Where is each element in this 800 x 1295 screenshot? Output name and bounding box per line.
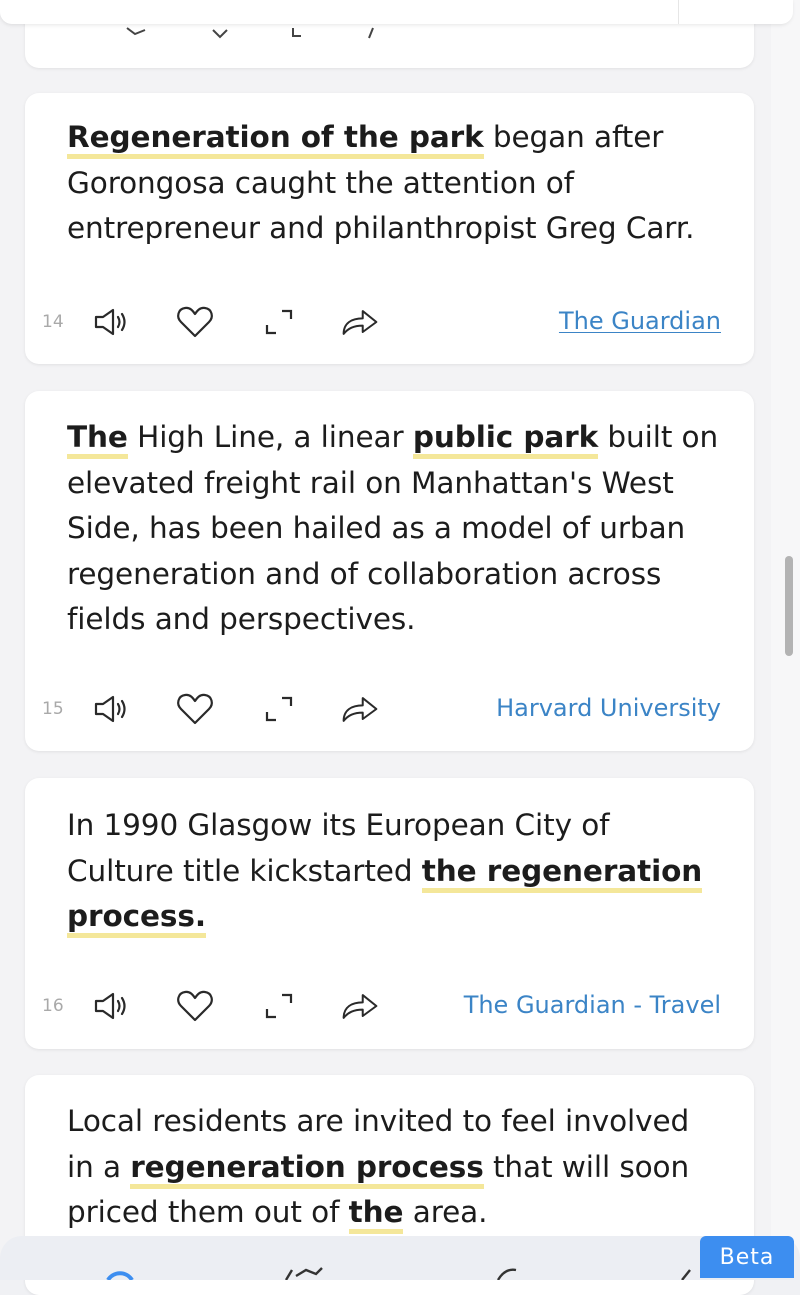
translate-icon — [284, 1267, 323, 1280]
expand-icon[interactable] — [259, 691, 299, 727]
share-icon[interactable] — [340, 304, 380, 340]
home-icon — [106, 1271, 134, 1280]
sentence-card: Regeneration of the park began after Gor… — [25, 93, 754, 364]
share-icon[interactable] — [340, 988, 380, 1024]
sentence-fragment: High Line, a linear — [127, 420, 413, 454]
speaker-icon[interactable] — [92, 691, 132, 727]
sentence-text: In 1990 Glasgow its European City of Cul… — [67, 803, 724, 940]
sentence-text: Regeneration of the park began after Gor… — [67, 115, 724, 252]
bottom-navigation — [0, 1236, 800, 1280]
heart-icon[interactable] — [175, 988, 215, 1024]
highlight-phrase: The — [67, 420, 128, 459]
edit-icon — [496, 1268, 517, 1280]
sentence-number: 15 — [42, 699, 64, 719]
highlight-phrase: the — [348, 1195, 404, 1234]
card-actions: 15 Harvard University — [25, 689, 754, 729]
top-bar — [0, 0, 792, 24]
sentence-card: In 1990 Glasgow its European City of Cul… — [25, 778, 754, 1049]
highlight-phrase: regeneration process — [130, 1149, 484, 1189]
beta-badge[interactable]: Beta — [700, 1236, 794, 1278]
expand-icon[interactable] — [259, 304, 299, 340]
card-actions: 16 The Guardian - Travel — [25, 986, 754, 1026]
previous-actions-icons — [126, 27, 374, 39]
card-actions: 14 The Guardian — [25, 302, 754, 342]
top-bar-right-panel — [678, 0, 793, 24]
bottom-nav-icons — [106, 1267, 691, 1280]
expand-icon[interactable] — [259, 988, 299, 1024]
sentence-text: Local residents are invited to feel invo… — [67, 1099, 724, 1236]
speaker-icon[interactable] — [92, 304, 132, 340]
scrollbar-thumb[interactable] — [785, 556, 793, 656]
source-link[interactable]: The Guardian - Travel — [464, 991, 721, 1019]
sentence-text: The High Line, a linear public park buil… — [67, 415, 724, 643]
previous-card-actions — [125, 24, 425, 44]
source-link[interactable]: The Guardian — [559, 307, 721, 335]
source-link[interactable]: Harvard University — [496, 694, 721, 722]
sentence-fragment: area. — [403, 1195, 488, 1229]
sentence-card: The High Line, a linear public park buil… — [25, 391, 754, 751]
sentence-number: 14 — [42, 312, 64, 332]
heart-icon[interactable] — [175, 304, 215, 340]
heart-icon[interactable] — [175, 691, 215, 727]
highlight-phrase: public park — [412, 420, 598, 459]
more-icon — [681, 1269, 691, 1280]
speaker-icon[interactable] — [92, 988, 132, 1024]
share-icon[interactable] — [340, 691, 380, 727]
sentence-number: 16 — [42, 996, 64, 1016]
highlight-phrase: Regeneration of the park — [67, 120, 484, 159]
